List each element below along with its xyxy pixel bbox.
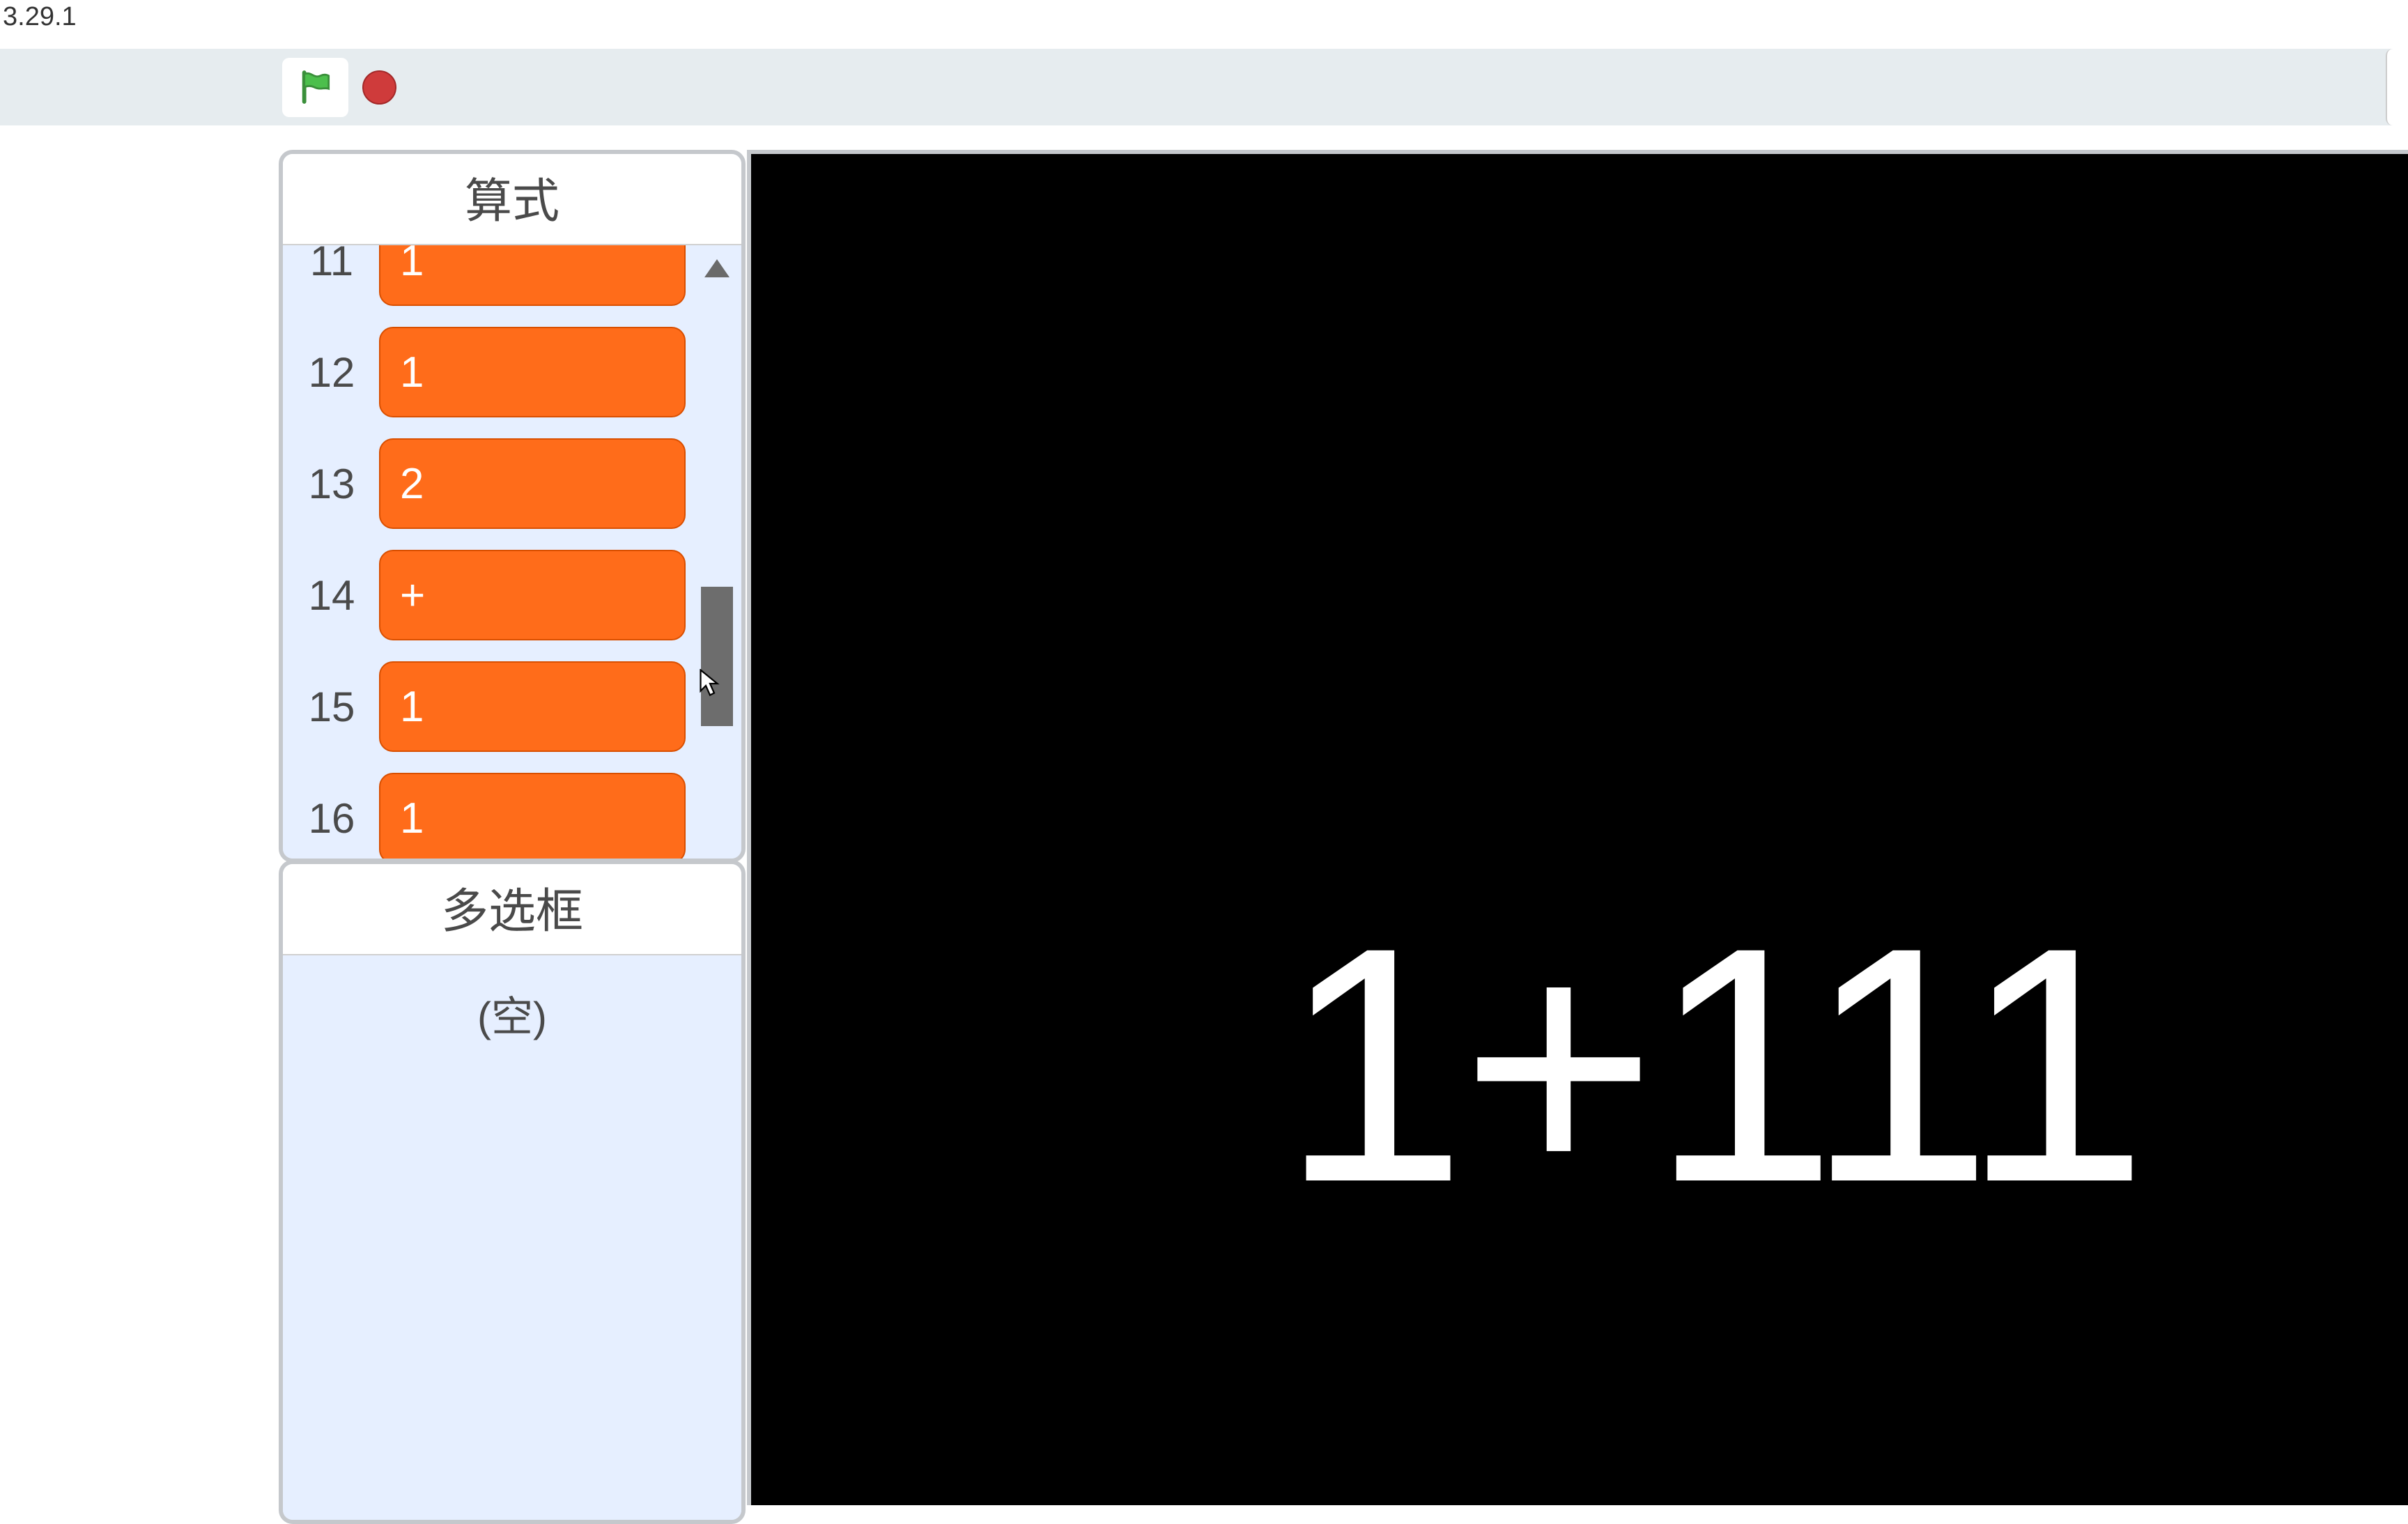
list-item-value[interactable]: 1 bbox=[379, 327, 686, 417]
list-item[interactable]: 15 1 bbox=[283, 651, 741, 762]
list-item[interactable]: 13 2 bbox=[283, 428, 741, 539]
list-item[interactable]: 111 bbox=[283, 245, 741, 316]
multiselect-list-title: 多选框 bbox=[283, 864, 741, 955]
app-version: 3.29.1 bbox=[3, 2, 77, 31]
scroll-thumb[interactable] bbox=[701, 587, 733, 726]
list-item-value[interactable]: 1 bbox=[379, 245, 686, 306]
stage-display-text: 1+111 bbox=[1281, 872, 2143, 1257]
list-item-index: 16 bbox=[297, 794, 366, 842]
expression-list-title: 算式 bbox=[283, 154, 741, 245]
green-flag-icon bbox=[296, 68, 335, 107]
stage: 1+111 bbox=[747, 150, 2408, 1505]
list-item-index: 14 bbox=[297, 571, 366, 619]
watcher-panels: 算式 11112113214+151161 多选框 (空) bbox=[279, 150, 746, 1524]
list-item[interactable]: 16 1 bbox=[283, 762, 741, 859]
multiselect-list: 多选框 (空) bbox=[279, 860, 746, 1524]
list-scrollbar[interactable] bbox=[701, 259, 733, 845]
multiselect-empty-label: (空) bbox=[283, 955, 741, 1225]
scroll-up-icon[interactable] bbox=[704, 259, 730, 277]
list-item-value[interactable]: 1 bbox=[379, 661, 686, 752]
list-item[interactable]: 12 1 bbox=[283, 316, 741, 428]
list-item-index: 11 bbox=[297, 245, 366, 285]
list-item-value[interactable]: 2 bbox=[379, 438, 686, 529]
toolbar bbox=[0, 49, 2408, 125]
go-button[interactable] bbox=[282, 58, 348, 117]
expression-list: 算式 11112113214+151161 bbox=[279, 150, 746, 863]
list-item-value[interactable]: 1 bbox=[379, 773, 686, 859]
right-panel-edge bbox=[2386, 49, 2408, 125]
list-item-index: 13 bbox=[297, 460, 366, 508]
left-gutter bbox=[0, 125, 279, 1505]
list-item-index: 12 bbox=[297, 348, 366, 397]
multiselect-list-body: (空) bbox=[283, 955, 741, 1520]
stop-button[interactable] bbox=[362, 70, 396, 105]
list-item-value[interactable]: + bbox=[379, 550, 686, 640]
expression-list-body: 11112113214+151161 bbox=[283, 245, 741, 859]
list-item[interactable]: 14 + bbox=[283, 539, 741, 651]
list-item-index: 15 bbox=[297, 683, 366, 731]
title-bar: 3.29.1 bbox=[0, 0, 2408, 49]
